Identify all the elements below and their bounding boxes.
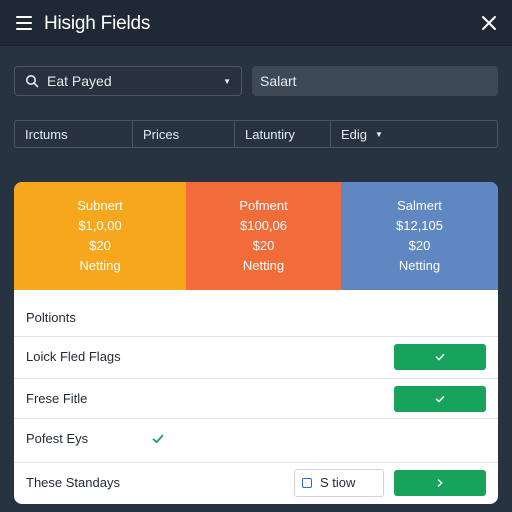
salary-input[interactable] — [252, 66, 498, 96]
list-row: These Standays S tiow — [14, 462, 498, 502]
summary-tiles: Subnert $1,0,00 $20 Netting Pofment $100… — [14, 182, 498, 290]
next-button[interactable] — [394, 469, 486, 496]
page-title: Hisigh Fields — [44, 13, 151, 34]
tile-sub-amount: $20 — [408, 238, 431, 253]
tile-status: Netting — [242, 258, 285, 273]
check-icon — [435, 353, 445, 360]
check-icon — [435, 395, 445, 402]
filter-tab-latuntiry[interactable]: Latuntiry — [235, 121, 331, 147]
summary-card: Subnert $1,0,00 $20 Netting Pofment $100… — [14, 182, 498, 504]
close-icon[interactable] — [480, 14, 498, 32]
row-label: Pofest Eys — [26, 431, 89, 446]
row-label: Frese Fitle — [26, 391, 88, 406]
app-header: Hisigh Fields — [0, 0, 512, 46]
filter-label: Edig — [341, 126, 368, 142]
chevron-down-icon: ▼ — [223, 76, 231, 86]
search-icon — [25, 74, 39, 88]
chevron-down-icon: ▼ — [375, 129, 383, 139]
row-label: Loick Fled Flags — [26, 349, 121, 364]
row-input[interactable]: S tiow — [294, 468, 384, 497]
filter-dropdown-edig[interactable]: Edig ▼ — [331, 121, 497, 147]
row-label: These Standays — [26, 475, 120, 490]
tile-pofment[interactable]: Pofment $100,06 $20 Netting — [186, 182, 341, 290]
section-label: Poltionts — [26, 310, 76, 325]
filter-label: Latuntiry — [245, 126, 295, 142]
filter-label: Irctums — [25, 126, 68, 142]
search-select-dropdown[interactable]: Eat Payed ▼ — [14, 66, 242, 96]
confirm-button[interactable] — [394, 385, 486, 412]
tile-title: Pofment — [239, 198, 288, 213]
tile-title: Salmert — [397, 198, 442, 213]
tile-salmert[interactable]: Salmert $12,105 $20 Netting — [341, 182, 498, 290]
select-value: Eat Payed — [47, 73, 112, 89]
tile-status: Netting — [79, 258, 121, 273]
row-input-value: S tiow — [320, 475, 356, 490]
tile-status: Netting — [398, 258, 441, 273]
tile-amount: $1,0,00 — [78, 218, 122, 233]
input-type-icon — [302, 477, 312, 488]
tile-amount: $12,105 — [396, 218, 443, 233]
hamburger-menu-icon[interactable] — [16, 16, 32, 30]
check-icon[interactable] — [152, 433, 164, 445]
tile-subnert[interactable]: Subnert $1,0,00 $20 Netting — [14, 182, 186, 290]
tile-title: Subnert — [77, 198, 123, 213]
filter-tab-irctums[interactable]: Irctums — [15, 121, 133, 147]
tile-sub-amount: $20 — [89, 238, 111, 253]
list-row: Pofest Eys — [14, 418, 498, 458]
list-row: Frese Fitle — [14, 378, 498, 418]
tile-amount: $100,06 — [240, 218, 287, 233]
tile-sub-amount: $20 — [252, 238, 275, 253]
chevron-right-icon — [437, 478, 443, 487]
confirm-button[interactable] — [394, 343, 486, 370]
list-row: Loick Fled Flags — [14, 336, 498, 376]
filter-tab-prices[interactable]: Prices — [133, 121, 235, 147]
filter-bar: Irctums Prices Latuntiry Edig ▼ — [14, 120, 498, 148]
filter-label: Prices — [143, 126, 180, 142]
